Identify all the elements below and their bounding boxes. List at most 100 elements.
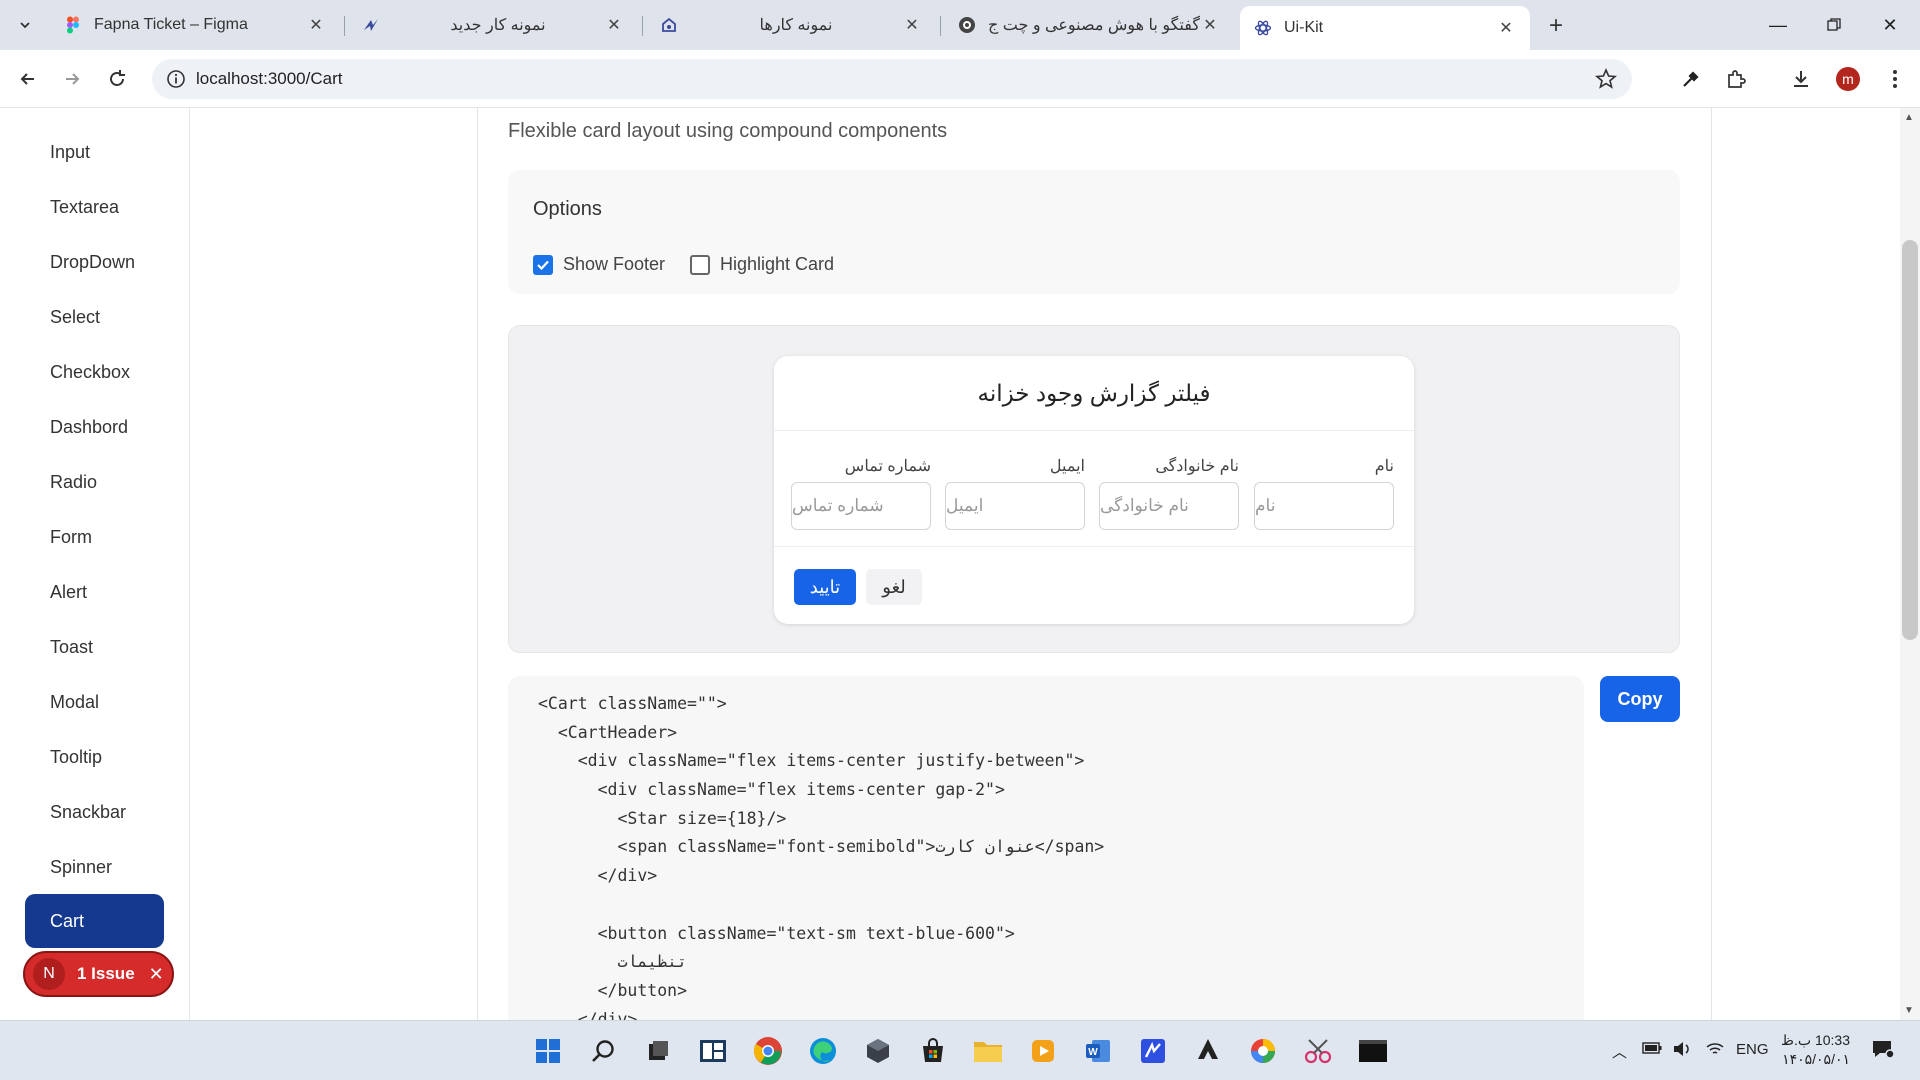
sidebar-item-dropdown[interactable]: DropDown (50, 252, 135, 273)
notification-icon[interactable] (1870, 1037, 1895, 1065)
sidebar-item-modal[interactable]: Modal (50, 692, 99, 713)
file-explorer-icon[interactable] (972, 1035, 1004, 1067)
sidebar-item-input[interactable]: Input (50, 142, 90, 163)
color-app-icon[interactable] (1247, 1035, 1279, 1067)
clock[interactable]: 10:33 ب.ظ ۱۴۰۵/۰۵/۰۱ (1778, 1031, 1850, 1069)
show-footer-checkbox[interactable]: Show Footer (533, 254, 665, 275)
extensions-icon[interactable] (1724, 67, 1748, 91)
code-line: <span className="font-semibold">عنوان کا… (538, 837, 1105, 857)
word-icon[interactable]: W (1082, 1035, 1114, 1067)
chrome-icon[interactable] (752, 1035, 784, 1067)
profile-avatar[interactable]: m (1836, 67, 1860, 91)
card-footer: تایید لغو (774, 546, 1414, 624)
first-name-input[interactable]: نام (1254, 482, 1394, 530)
code-line: <CartHeader> (538, 722, 678, 742)
phone-input[interactable]: شماره تماس (791, 482, 931, 530)
close-tab-icon[interactable]: ✕ (902, 15, 922, 35)
close-tab-icon[interactable]: ✕ (604, 15, 624, 35)
snipping-tool-icon[interactable] (1302, 1035, 1334, 1067)
issue-badge[interactable]: N 1 Issue ✕ (23, 951, 174, 997)
checkbox-unchecked-icon[interactable] (690, 254, 710, 275)
restore-button[interactable] (1806, 0, 1862, 50)
sidebar-item-cart[interactable]: Cart (25, 894, 164, 948)
tab-divider (344, 16, 345, 36)
back-button[interactable] (14, 65, 42, 93)
tab-title: گفتگو با هوش مصنوعی و چت ج (988, 17, 1200, 34)
sidebar-item-form[interactable]: Form (50, 527, 92, 548)
inkscape-icon[interactable] (1192, 1035, 1224, 1067)
page-viewport: Input Textarea DropDown Select Checkbox … (0, 108, 1920, 1020)
menu-kebab-icon[interactable] (1883, 67, 1907, 91)
sidebar-item-radio[interactable]: Radio (50, 472, 97, 493)
email-input[interactable]: ایمیل (945, 482, 1085, 530)
sidebar-item-textarea[interactable]: Textarea (50, 197, 119, 218)
widgets-icon[interactable] (697, 1035, 729, 1067)
tab-divider (642, 16, 643, 36)
tab-new-portfolio[interactable]: نمونه کار جدید ✕ (348, 6, 638, 44)
reload-button[interactable] (103, 65, 131, 93)
sidebar-item-tooltip[interactable]: Tooltip (50, 747, 102, 768)
search-icon[interactable] (587, 1035, 619, 1067)
terminal-icon[interactable] (1357, 1035, 1389, 1067)
site-info-icon[interactable] (166, 69, 186, 89)
close-tab-icon[interactable]: ✕ (1200, 15, 1220, 35)
minimize-button[interactable]: — (1750, 0, 1806, 50)
page-scrollbar[interactable]: ▲ ▼ (1900, 108, 1920, 1020)
code-line: </div> (538, 1009, 638, 1020)
edge-icon[interactable] (807, 1035, 839, 1067)
windows-start-icon[interactable] (532, 1035, 564, 1067)
field-first-name: نام نام (1254, 456, 1394, 530)
preview-area: فیلتر گزارش وجود خزانه نام نام نام خانوا… (508, 325, 1680, 653)
field-phone: شماره تماس شماره تماس (791, 456, 931, 530)
editor-app-icon[interactable] (1137, 1035, 1169, 1067)
store-icon[interactable] (917, 1035, 949, 1067)
code-line: <Star size={18}/> (538, 808, 787, 828)
download-icon[interactable] (1789, 67, 1813, 91)
cart-card: فیلتر گزارش وجود خزانه نام نام نام خانوا… (774, 356, 1414, 624)
cancel-button[interactable]: لغو (866, 569, 922, 605)
sidebar-item-checkbox[interactable]: Checkbox (50, 362, 130, 383)
media-player-icon[interactable] (1027, 1035, 1059, 1067)
confirm-button[interactable]: تایید (794, 569, 856, 605)
battery-icon[interactable] (1642, 1041, 1662, 1059)
highlight-card-checkbox[interactable]: Highlight Card (690, 254, 834, 275)
copy-button[interactable]: Copy (1600, 676, 1680, 722)
volume-icon[interactable] (1672, 1041, 1692, 1061)
sidebar-item-alert[interactable]: Alert (50, 582, 87, 603)
forward-button[interactable] (58, 65, 86, 93)
scroll-down-icon[interactable]: ▼ (1904, 1005, 1914, 1016)
sidebar-item-spinner[interactable]: Spinner (50, 857, 112, 878)
show-hidden-icons[interactable]: ︿ (1612, 1041, 1627, 1062)
options-title: Options (533, 198, 602, 220)
scroll-up-icon[interactable]: ▲ (1904, 112, 1914, 123)
figma-icon (64, 16, 82, 34)
sidebar-item-snackbar[interactable]: Snackbar (50, 802, 126, 823)
address-bar[interactable]: localhost:3000/Cart (152, 59, 1632, 99)
tab-figma[interactable]: Fapna Ticket – Figma ✕ (50, 6, 340, 44)
close-tab-icon[interactable]: ✕ (306, 15, 326, 35)
scrollbar-thumb[interactable] (1902, 240, 1918, 640)
close-window-button[interactable]: ✕ (1862, 0, 1918, 50)
network-icon[interactable] (1706, 1041, 1724, 1061)
tab-strip: Fapna Ticket – Figma ✕ نمونه کار جدید ✕ … (0, 0, 1920, 50)
sidebar-item-select[interactable]: Select (50, 307, 100, 328)
last-name-input[interactable]: نام خانوادگی (1099, 482, 1239, 530)
tab-portfolios[interactable]: نمونه کارها ✕ (646, 6, 936, 44)
tab-ui-kit[interactable]: Ui-Kit ✕ (1240, 6, 1530, 50)
field-email: ایمیل ایمیل (945, 456, 1085, 530)
new-tab-button[interactable]: + (1542, 12, 1570, 40)
cube-app-icon[interactable] (862, 1035, 894, 1067)
sidebar-item-toast[interactable]: Toast (50, 637, 93, 658)
task-view-icon[interactable] (642, 1035, 674, 1067)
bookmark-star-icon[interactable] (1594, 67, 1618, 91)
checkbox-checked-icon[interactable] (533, 254, 553, 275)
code-block: <Cart className=""> <CartHeader> <div cl… (508, 676, 1584, 1020)
tab-search-icon[interactable] (12, 12, 38, 38)
close-tab-icon[interactable]: ✕ (1496, 18, 1516, 38)
tab-divider (940, 16, 941, 36)
language-indicator[interactable]: ENG (1736, 1041, 1769, 1058)
eyedropper-icon[interactable] (1679, 67, 1703, 91)
close-icon[interactable]: ✕ (149, 964, 164, 985)
tab-ai-chat[interactable]: گفتگو با هوش مصنوعی و چت ج ✕ (944, 6, 1234, 44)
sidebar-item-dashbord[interactable]: Dashbord (50, 417, 128, 438)
